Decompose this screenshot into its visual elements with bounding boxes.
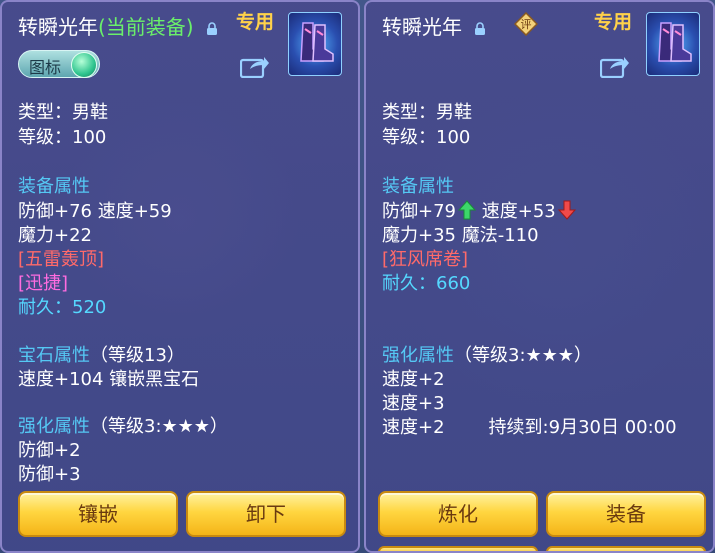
item-title: 转瞬光年(当前装备) [18,11,218,40]
enhance-stat-2: 防御+3 [18,464,81,485]
enhance-attr-row: 强化属性（等级3:★★★） [382,341,592,367]
inlay-button[interactable]: 镶嵌 [18,491,178,537]
gem-attr-row: 宝石属性（等级13） [18,341,185,367]
enhance-duration: 持续到:9月30日 00:00 [488,417,677,438]
item-type: 类型：男鞋 [382,102,472,123]
equip-attr-header: 装备属性 [18,176,90,197]
stat-line-1: 防御+76 速度+59 [18,201,172,222]
gem-stat: 速度+104 镶嵌黑宝石 [18,369,200,390]
more-button-top-edge[interactable] [378,546,538,551]
enhance-stat-2: 速度+3 [382,393,445,414]
enhance-stat-1: 防御+2 [18,440,81,461]
unequip-button[interactable]: 卸下 [186,491,346,537]
share-icon[interactable] [600,54,630,78]
lock-icon [475,22,486,35]
defense-stat: 防御+79 [382,201,456,222]
down-arrow-icon [557,200,576,220]
durability: 耐久：520 [18,297,107,318]
item-icon[interactable] [646,12,700,76]
gem-level: （等级13） [90,345,185,366]
compare-equipment-panel: 转瞬光年 评 专用 类型：男鞋 等级：100 装备属性 防御+79 速度+53 … [364,0,715,553]
toggle-knob [71,52,97,78]
speed-stat: 速度+53 [481,201,556,222]
special-label: 专用 [594,11,633,33]
special-effect: [迅捷] [18,273,69,294]
stat-line-1: 防御+79 速度+53 [382,197,576,223]
equip-button[interactable]: 装备 [546,491,706,537]
lock-icon [206,22,217,35]
enhance-attr-header: 强化属性 [18,416,90,437]
svg-text:评: 评 [521,18,532,31]
item-title: 转瞬光年 [382,11,486,40]
icon-toggle[interactable]: 图标 [18,50,100,78]
item-type: 类型：男鞋 [18,102,108,123]
equip-attr-header: 装备属性 [382,176,454,197]
up-arrow-icon [458,200,476,220]
item-icon[interactable] [288,12,342,76]
enhance-attr-header: 强化属性 [382,345,454,366]
refine-button[interactable]: 炼化 [378,491,538,537]
current-equipment-panel: 转瞬光年(当前装备) 专用 图标 类型：男鞋 等级：100 装备属性 防御+76… [0,0,360,553]
enhance-stat-1: 速度+2 [382,369,445,390]
more-button-top-edge[interactable] [546,546,706,551]
item-level: 等级：100 [18,127,107,148]
boots-item-icon [300,22,334,62]
durability: 耐久：660 [382,273,471,294]
gem-attr-header: 宝石属性 [18,345,90,366]
special-skill: [狂风席卷] [382,249,469,270]
share-icon[interactable] [240,54,270,78]
item-name: 转瞬光年 [18,15,98,39]
evaluate-badge-icon[interactable]: 评 [514,12,538,36]
special-label: 专用 [236,11,275,33]
enhance-stat-3: 速度+2 持续到:9月30日 00:00 [382,413,677,439]
item-level: 等级：100 [382,127,471,148]
enhance-stat-3-value: 速度+2 [382,417,445,438]
special-skill: [五雷轰顶] [18,249,105,270]
stat-line-2: 魔力+22 [18,225,92,246]
boots-item-icon [658,22,692,62]
toggle-label: 图标 [29,58,62,77]
current-equip-tag: (当前装备) [98,15,194,39]
stat-line-2: 魔力+35 魔法-110 [382,225,539,246]
item-name: 转瞬光年 [382,15,462,39]
enhance-level: （等级3:★★★） [454,345,592,366]
enhance-attr-row: 强化属性（等级3:★★★） [18,412,228,438]
enhance-level: （等级3:★★★） [90,416,228,437]
